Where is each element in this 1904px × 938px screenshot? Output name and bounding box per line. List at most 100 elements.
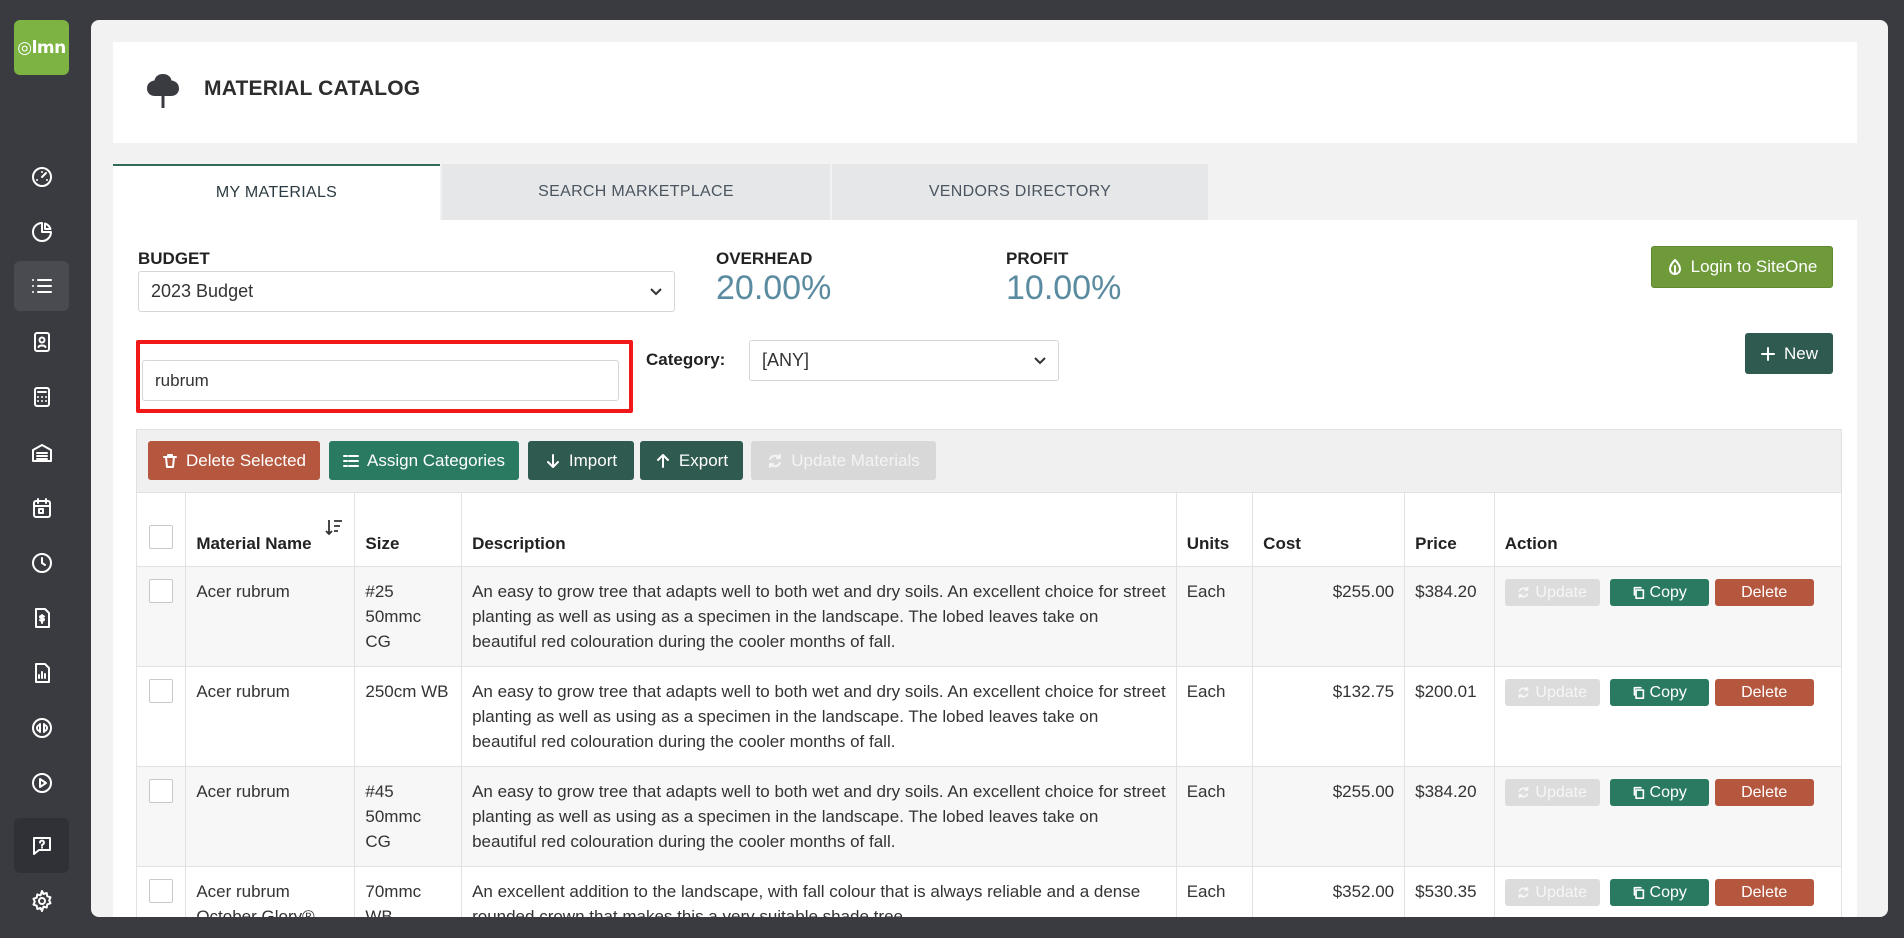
- cost-cell: $132.75: [1252, 666, 1406, 767]
- update-materials-button[interactable]: Update Materials: [751, 441, 936, 480]
- material-name-cell[interactable]: Acer rubrum: [185, 566, 356, 667]
- budget-label: BUDGET: [138, 249, 210, 268]
- update-button[interactable]: Update: [1504, 579, 1600, 606]
- units-cell: Each: [1175, 566, 1254, 667]
- timesheets-nav[interactable]: [14, 538, 69, 588]
- update-button[interactable]: Update: [1504, 679, 1600, 706]
- settings-nav[interactable]: [14, 876, 69, 926]
- copy-label: Copy: [1649, 684, 1687, 701]
- overhead-label: OVERHEAD: [716, 249, 813, 268]
- delete-button[interactable]: Delete: [1714, 679, 1814, 706]
- assign-categories-label: Assign Categories: [367, 450, 505, 470]
- copy-icon: [1633, 686, 1644, 699]
- copy-button[interactable]: Copy: [1609, 679, 1709, 706]
- update-label: Update: [1535, 884, 1587, 901]
- material-name-cell[interactable]: Acer rubrum: [185, 766, 356, 867]
- category-select[interactable]: [ANY]: [749, 340, 1059, 381]
- list-icon: [343, 454, 360, 467]
- help-nav[interactable]: [14, 818, 69, 873]
- sort-desc-icon[interactable]: [324, 517, 344, 537]
- tab-vendors-directory[interactable]: VENDORS DIRECTORY: [832, 164, 1208, 220]
- material-name-cell[interactable]: Acer rubrum: [185, 666, 356, 767]
- copy-button[interactable]: Copy: [1609, 579, 1709, 606]
- units-cell: Each: [1175, 866, 1254, 917]
- table-row: Acer rubrum #45 50mmc CG An easy to grow…: [135, 766, 1843, 867]
- table-toolbar: Delete Selected Assign Categories Import…: [136, 429, 1842, 493]
- description-cell: An excellent addition to the landscape, …: [461, 866, 1177, 917]
- lmn-logo[interactable]: ◎lmn: [14, 20, 69, 75]
- delete-selected-button[interactable]: Delete Selected: [148, 441, 320, 480]
- delete-button[interactable]: Delete: [1714, 779, 1814, 806]
- price-cell: $530.35: [1404, 866, 1495, 917]
- reports-nav[interactable]: [14, 207, 69, 257]
- row-checkbox[interactable]: [149, 679, 174, 703]
- export-button[interactable]: Export: [640, 441, 743, 480]
- assign-categories-button[interactable]: Assign Categories: [329, 441, 519, 480]
- search-input[interactable]: rubrum: [142, 360, 619, 401]
- size-cell: 70mmc WB: [354, 866, 463, 917]
- size-cell: 250cm WB: [354, 666, 463, 767]
- quickbooks-nav[interactable]: [14, 703, 69, 753]
- refresh-icon: [1519, 886, 1529, 899]
- login-siteone-button[interactable]: Login to SiteOne: [1651, 246, 1833, 288]
- description-cell: An easy to grow tree that adapts well to…: [461, 666, 1177, 767]
- warehouse-icon: [31, 444, 52, 462]
- row-select-cell: [135, 866, 187, 917]
- size-cell: #45 50mmc CG: [354, 766, 463, 867]
- budget-select-value: 2023 Budget: [151, 281, 254, 301]
- size-header: Size: [354, 492, 463, 567]
- price-cell: $200.01: [1404, 666, 1495, 767]
- row-checkbox[interactable]: [149, 779, 174, 803]
- copy-label: Copy: [1649, 584, 1687, 601]
- calendar-icon: [32, 498, 51, 518]
- row-checkbox[interactable]: [149, 879, 174, 903]
- inventory-nav[interactable]: [14, 428, 69, 478]
- analytics-nav[interactable]: [14, 648, 69, 698]
- description-cell: An easy to grow tree that adapts well to…: [461, 766, 1177, 867]
- dashboard-nav[interactable]: [14, 152, 69, 202]
- copy-icon: [1633, 786, 1644, 799]
- profit-label: PROFIT: [1006, 249, 1069, 268]
- delete-button[interactable]: Delete: [1714, 879, 1814, 906]
- refresh-icon: [1519, 586, 1529, 599]
- contacts-nav[interactable]: [14, 317, 69, 367]
- tutorials-nav[interactable]: [14, 758, 69, 808]
- update-button[interactable]: Update: [1504, 779, 1600, 806]
- import-button[interactable]: Import: [528, 441, 634, 480]
- table-row: Acer rubrum #25 50mmc CG An easy to grow…: [135, 566, 1843, 667]
- schedule-nav[interactable]: [14, 483, 69, 533]
- gauge-icon: [31, 167, 52, 187]
- siteone-leaf-icon: [1668, 259, 1681, 275]
- refresh-icon: [769, 453, 782, 468]
- select-all-checkbox[interactable]: [149, 525, 174, 549]
- catalog-nav[interactable]: [14, 261, 69, 311]
- new-material-button[interactable]: New: [1745, 333, 1833, 374]
- table-row: Acer rubrum 250cm WB An easy to grow tre…: [135, 666, 1843, 767]
- copy-button[interactable]: Copy: [1609, 779, 1709, 806]
- budget-select[interactable]: 2023 Budget: [138, 271, 675, 312]
- login-siteone-label: Login to SiteOne: [1690, 257, 1818, 276]
- table-row: Acer rubrum October Glory® 70mmc WB An e…: [135, 866, 1843, 917]
- row-checkbox[interactable]: [149, 579, 174, 603]
- refresh-icon: [1519, 686, 1529, 699]
- copy-button[interactable]: Copy: [1609, 879, 1709, 906]
- material-name-cell[interactable]: Acer rubrum October Glory®: [185, 866, 356, 917]
- action-header: Action: [1493, 492, 1843, 567]
- action-cell: Update Copy Delete: [1493, 666, 1843, 767]
- contact-card-icon: [33, 332, 50, 352]
- units-cell: Each: [1175, 766, 1254, 867]
- estimates-nav[interactable]: [14, 372, 69, 422]
- tab-search-marketplace[interactable]: SEARCH MARKETPLACE: [442, 164, 830, 220]
- units-header: Units: [1175, 492, 1254, 567]
- invoices-nav[interactable]: [14, 593, 69, 643]
- action-cell: Update Copy Delete: [1493, 766, 1843, 867]
- export-label: Export: [678, 450, 729, 470]
- action-cell: Update Copy Delete: [1493, 866, 1843, 917]
- delete-button[interactable]: Delete: [1714, 579, 1814, 606]
- update-button[interactable]: Update: [1504, 879, 1600, 906]
- material-name-header[interactable]: Material Name: [185, 492, 356, 567]
- new-material-label: New: [1783, 343, 1818, 363]
- material-name-header-label: Material Name: [196, 534, 312, 553]
- page-title: MATERIAL CATALOG: [204, 77, 421, 100]
- tab-my-materials[interactable]: MY MATERIALS: [113, 164, 440, 220]
